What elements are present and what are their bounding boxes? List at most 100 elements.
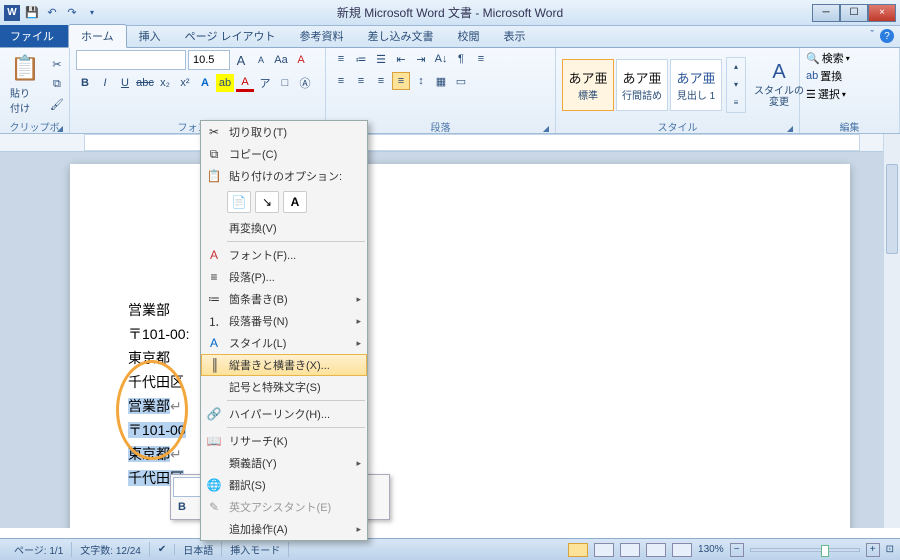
ctx-additional[interactable]: 追加操作(A)▸	[201, 518, 367, 540]
ctx-style[interactable]: Aスタイル(L)▸	[201, 332, 367, 354]
ctx-text-direction[interactable]: ║縦書きと横書き(X)...	[201, 354, 367, 376]
ctx-reconvert[interactable]: 再変換(V)	[201, 217, 367, 239]
paste-text-only-icon[interactable]: A	[283, 191, 307, 213]
redo-icon[interactable]: ↷	[64, 5, 80, 21]
paste-keep-source-icon[interactable]: 📄	[227, 191, 251, 213]
increase-indent-icon[interactable]: ⇥	[412, 50, 430, 68]
format-painter-icon[interactable]: 🖌	[48, 96, 66, 114]
paste-button[interactable]: 📋 貼り付け	[6, 52, 44, 117]
borders-icon[interactable]: ▭	[452, 72, 470, 90]
undo-icon[interactable]: ↶	[44, 5, 60, 21]
ctx-synonyms[interactable]: 類義語(Y)▸	[201, 452, 367, 474]
qat-dropdown-icon[interactable]: ▾	[84, 5, 100, 21]
tab-home[interactable]: ホーム	[68, 24, 127, 48]
superscript-button[interactable]: x²	[176, 74, 194, 92]
ctx-bullets[interactable]: ≔箇条書き(B)▸	[201, 288, 367, 310]
zoom-slider[interactable]	[750, 548, 860, 552]
align-center-icon[interactable]: ≡	[352, 72, 370, 90]
decrease-indent-icon[interactable]: ⇤	[392, 50, 410, 68]
align-left-icon[interactable]: ≡	[332, 72, 350, 90]
char-border-icon[interactable]: □	[276, 74, 294, 92]
tab-review[interactable]: 校閲	[446, 25, 492, 47]
clipboard-launcher-icon[interactable]: ◢	[57, 124, 63, 133]
ctx-copy[interactable]: ⧉コピー(C)	[201, 143, 367, 165]
tab-mailings[interactable]: 差し込み文書	[356, 25, 446, 47]
change-case-icon[interactable]: Aa	[272, 51, 290, 69]
style-normal[interactable]: あア亜 標準	[562, 59, 614, 111]
status-language[interactable]: 日本語	[175, 542, 222, 557]
tab-view[interactable]: 表示	[492, 25, 538, 47]
grow-font-icon[interactable]: A	[232, 51, 250, 69]
view-draft-icon[interactable]	[672, 543, 692, 557]
styles-launcher-icon[interactable]: ◢	[787, 124, 793, 133]
status-spellcheck-icon[interactable]: ✔	[150, 544, 175, 555]
replace-button[interactable]: ab置換	[806, 68, 842, 84]
ctx-numbering[interactable]: ⒈段落番号(N)▸	[201, 310, 367, 332]
horizontal-ruler[interactable]	[0, 134, 900, 152]
enclose-char-icon[interactable]: Ⓐ	[296, 74, 314, 92]
mini-bold[interactable]: B	[173, 498, 191, 516]
numbering-icon[interactable]: ≔	[352, 50, 370, 68]
ctx-paragraph[interactable]: ≡段落(P)...	[201, 266, 367, 288]
status-insert-mode[interactable]: 挿入モード	[222, 542, 289, 557]
select-button[interactable]: ☰選択▾	[806, 86, 846, 102]
view-web-icon[interactable]	[620, 543, 640, 557]
find-button[interactable]: 🔍検索▾	[806, 50, 850, 66]
style-nospacing[interactable]: あア亜 行間詰め	[616, 59, 668, 111]
cut-icon[interactable]: ✂	[48, 56, 66, 74]
phonetic-icon[interactable]: ア	[256, 74, 274, 92]
gallery-up-icon[interactable]: ▴	[727, 58, 745, 76]
close-button[interactable]: ×	[868, 4, 896, 22]
gallery-down-icon[interactable]: ▾	[727, 76, 745, 94]
status-word-count[interactable]: 文字数: 12/24	[72, 542, 150, 557]
ctx-translate[interactable]: 🌐翻訳(S)	[201, 474, 367, 496]
copy-icon[interactable]: ⧉	[48, 76, 66, 94]
style-gallery[interactable]: あア亜 標準 あア亜 行間詰め あア亜 見出し 1	[562, 59, 722, 111]
show-marks-icon[interactable]: ¶	[452, 50, 470, 68]
save-icon[interactable]: 💾	[24, 5, 40, 21]
scrollbar-thumb[interactable]	[886, 164, 898, 254]
status-page[interactable]: ページ: 1/1	[6, 542, 72, 557]
ctx-research[interactable]: 📖リサーチ(K)	[201, 430, 367, 452]
ctx-font[interactable]: Aフォント(F)...	[201, 244, 367, 266]
tab-references[interactable]: 参考資料	[288, 25, 356, 47]
tab-layout[interactable]: ページ レイアウト	[173, 25, 288, 47]
paragraph-launcher-icon[interactable]: ◢	[543, 124, 549, 133]
line-spacing-icon[interactable]: ↕	[412, 72, 430, 90]
text-effects-icon[interactable]: A	[196, 74, 214, 92]
italic-button[interactable]: I	[96, 74, 114, 92]
clear-format-icon[interactable]: A	[292, 51, 310, 69]
multilevel-icon[interactable]: ☰	[372, 50, 390, 68]
ctx-cut[interactable]: ✂切り取り(T)	[201, 121, 367, 143]
zoom-out-button[interactable]: −	[730, 543, 744, 557]
shrink-font-icon[interactable]: A	[252, 51, 270, 69]
help-icon[interactable]: ?	[880, 29, 894, 43]
gallery-more-icon[interactable]: ≡	[727, 94, 745, 112]
font-size-combo[interactable]: 10.5	[188, 50, 230, 70]
bold-button[interactable]: B	[76, 74, 94, 92]
bullets-icon[interactable]: ≡	[332, 50, 350, 68]
shading-icon[interactable]: ▦	[432, 72, 450, 90]
font-name-combo[interactable]	[76, 50, 186, 70]
ctx-symbols[interactable]: 記号と特殊文字(S)	[201, 376, 367, 398]
status-zoom-value[interactable]: 130%	[698, 544, 724, 555]
document-body[interactable]: 営業部 〒101-00: 東京都 千代田区 営業部↵ 〒101-00 東京都↵ …	[128, 298, 196, 490]
strikethrough-button[interactable]: abc	[136, 74, 154, 92]
maximize-button[interactable]: ☐	[840, 4, 868, 22]
minimize-button[interactable]: ─	[812, 4, 840, 22]
style-heading1[interactable]: あア亜 見出し 1	[670, 59, 722, 111]
align-dist-icon[interactable]: ≡	[472, 50, 490, 68]
view-outline-icon[interactable]	[646, 543, 666, 557]
view-print-layout-icon[interactable]	[568, 543, 588, 557]
minimize-ribbon-icon[interactable]: ˇ	[870, 29, 874, 43]
highlight-button[interactable]: ab	[216, 74, 234, 92]
underline-button[interactable]: U	[116, 74, 134, 92]
align-justify-icon[interactable]: ≡	[392, 72, 410, 90]
ctx-hyperlink[interactable]: 🔗ハイパーリンク(H)...	[201, 403, 367, 425]
zoom-slider-thumb[interactable]	[821, 545, 829, 557]
zoom-fit-icon[interactable]: ⊡	[886, 544, 894, 555]
sort-icon[interactable]: A↓	[432, 50, 450, 68]
subscript-button[interactable]: x₂	[156, 74, 174, 92]
view-fullscreen-icon[interactable]	[594, 543, 614, 557]
zoom-in-button[interactable]: +	[866, 543, 880, 557]
